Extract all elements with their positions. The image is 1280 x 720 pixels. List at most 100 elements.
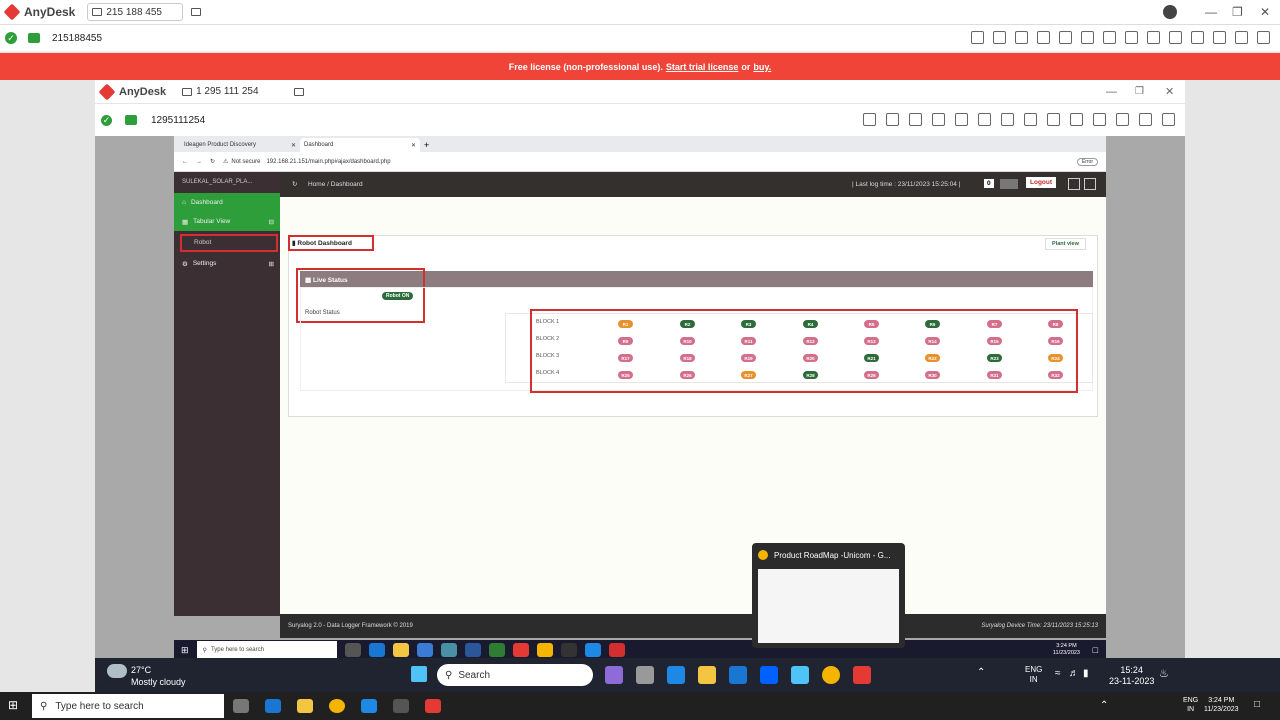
- inner-timer-icon[interactable]: [886, 113, 899, 126]
- browser-tab-ideagen[interactable]: Ideagen Product Discovery ✕: [180, 138, 300, 152]
- bottom-chrome-icon[interactable]: [329, 699, 345, 713]
- remote-search-box[interactable]: ⚲ Type here to search: [196, 641, 337, 659]
- robot-badge[interactable]: R27: [741, 371, 756, 379]
- app-icon[interactable]: [584, 643, 601, 657]
- browser-tab-dashboard[interactable]: Dashboard ✕: [300, 138, 420, 152]
- mail-icon[interactable]: [416, 643, 433, 657]
- robot-badge[interactable]: R31: [987, 371, 1002, 379]
- buy-link[interactable]: buy.: [753, 62, 771, 72]
- tray-chevron-icon[interactable]: ⌃: [977, 667, 985, 678]
- edge-icon[interactable]: [368, 643, 385, 657]
- chat-icon[interactable]: [971, 31, 984, 44]
- inner-pen-icon[interactable]: [1139, 113, 1152, 126]
- robot-badge[interactable]: R16: [1048, 337, 1063, 345]
- robot-badge[interactable]: R23: [987, 354, 1002, 362]
- account-icon[interactable]: [1163, 5, 1177, 19]
- inner-star-icon[interactable]: [932, 113, 945, 126]
- close-icon[interactable]: ✕: [1260, 5, 1270, 19]
- volume-icon[interactable]: ♬: [1069, 668, 1079, 679]
- robot-badge[interactable]: R4: [803, 320, 818, 328]
- taskbar-preview-popup[interactable]: Product RoadMap -Unicom - G...: [752, 543, 905, 648]
- bottom-search-box[interactable]: ⚲ Type here to search: [32, 694, 224, 718]
- sidebar-item-tabular-view[interactable]: ▦ Tabular View ⊟: [174, 212, 280, 231]
- robot-badge[interactable]: R30: [925, 371, 940, 379]
- collapse-icon[interactable]: ⊟: [269, 218, 274, 226]
- robot-badge[interactable]: R18: [680, 354, 695, 362]
- user-toggle[interactable]: [1000, 179, 1018, 189]
- bottom-tray-chevron-icon[interactable]: ⌃: [1100, 700, 1108, 711]
- sidebar-item-dashboard[interactable]: ⌂ Dashboard: [174, 193, 280, 212]
- task-view-icon[interactable]: [344, 643, 361, 657]
- folder-icon[interactable]: [392, 643, 409, 657]
- browser-error-button[interactable]: Error: [1076, 157, 1098, 166]
- monitor-toolbar-icon[interactable]: [1081, 31, 1094, 44]
- chrome-icon[interactable]: [536, 643, 553, 657]
- robot-badge[interactable]: R15: [987, 337, 1002, 345]
- robot-badge[interactable]: R24: [1048, 354, 1063, 362]
- bottom-tool-icon[interactable]: [393, 699, 409, 713]
- back-icon[interactable]: ←: [182, 159, 188, 165]
- edge-local-icon[interactable]: [729, 666, 747, 684]
- menu-icon[interactable]: [1257, 31, 1270, 44]
- robot-badge[interactable]: R26: [680, 371, 695, 379]
- inner-minimize-icon[interactable]: —: [1106, 86, 1117, 98]
- local-clock[interactable]: 15:24 23-11-2023: [1109, 665, 1154, 687]
- pdf-icon[interactable]: [608, 643, 625, 657]
- robot-badge[interactable]: R5: [864, 320, 879, 328]
- robot-badge[interactable]: R19: [741, 354, 756, 362]
- robot-badge[interactable]: R7: [987, 320, 1002, 328]
- wifi-icon[interactable]: ≈: [1055, 668, 1061, 679]
- robot-badge[interactable]: R12: [803, 337, 818, 345]
- url-field[interactable]: 192.168.21.151/main.php#ajax/dashboard.p…: [266, 159, 390, 165]
- bottom-clock[interactable]: 3:24 PM 11/23/2023: [1204, 696, 1239, 714]
- explorer-icon[interactable]: [698, 666, 716, 684]
- dropbox-icon[interactable]: [760, 666, 778, 684]
- file-icon[interactable]: [1059, 31, 1072, 44]
- keyboard-icon[interactable]: [1169, 31, 1182, 44]
- not-secure-label[interactable]: Not secure: [231, 159, 260, 165]
- message-icon[interactable]: [1125, 31, 1138, 44]
- inner-switch-icon[interactable]: [1093, 113, 1106, 126]
- inner-monitor-tb-icon[interactable]: [978, 113, 991, 126]
- robot-badge[interactable]: R21: [864, 354, 879, 362]
- tab-close-icon[interactable]: ✕: [291, 142, 296, 149]
- word-icon[interactable]: [464, 643, 481, 657]
- db-icon[interactable]: [1015, 31, 1028, 44]
- inner-session-tab[interactable]: 1 295 111 254: [178, 83, 288, 101]
- robot-badge[interactable]: R20: [803, 354, 818, 362]
- display-icon[interactable]: [1103, 31, 1116, 44]
- robot-badge[interactable]: R8: [1048, 320, 1063, 328]
- inner-file-icon[interactable]: [955, 113, 968, 126]
- bottom-app-icon[interactable]: [361, 699, 377, 713]
- tab-close-icon[interactable]: ✕: [411, 142, 416, 149]
- reload-icon[interactable]: ↻: [210, 158, 215, 165]
- new-session-icon[interactable]: [191, 8, 202, 16]
- bottom-task-view-icon[interactable]: [233, 699, 249, 713]
- inner-lightning-icon[interactable]: [1047, 113, 1060, 126]
- expand-icon[interactable]: ⊞: [269, 260, 274, 268]
- bottom-edge-icon[interactable]: [265, 699, 281, 713]
- robot-badge[interactable]: R2: [680, 320, 695, 328]
- anydesk-local-icon[interactable]: [853, 666, 871, 684]
- chart-app-icon[interactable]: [488, 643, 505, 657]
- windows-start-icon[interactable]: [411, 666, 427, 682]
- robot-badge[interactable]: R29: [864, 371, 879, 379]
- battery-icon[interactable]: ▮: [1083, 668, 1089, 679]
- copilot-icon[interactable]: [605, 666, 623, 684]
- start-trial-link[interactable]: Start trial license: [666, 62, 739, 72]
- inner-menu-icon[interactable]: [1162, 113, 1175, 126]
- language-indicator[interactable]: ENG IN: [1025, 665, 1042, 685]
- plant-view-dropdown[interactable]: Plant view: [1045, 238, 1086, 250]
- local-bell-icon[interactable]: ♨: [1159, 667, 1169, 680]
- star-icon[interactable]: [1037, 31, 1050, 44]
- switch-icon[interactable]: [1191, 31, 1204, 44]
- timer-icon[interactable]: [993, 31, 1006, 44]
- logout-button[interactable]: Logout: [1026, 177, 1057, 188]
- menu-toggle-icon[interactable]: [1084, 178, 1096, 190]
- breadcrumb-home[interactable]: Home: [308, 181, 325, 188]
- robot-badge[interactable]: R22: [925, 354, 940, 362]
- robot-badge[interactable]: R10: [680, 337, 695, 345]
- plant-selector[interactable]: SULEKAL_SOLAR_PLA...: [174, 172, 280, 191]
- robot-badge[interactable]: R1: [618, 320, 633, 328]
- robot-badge[interactable]: R6: [925, 320, 940, 328]
